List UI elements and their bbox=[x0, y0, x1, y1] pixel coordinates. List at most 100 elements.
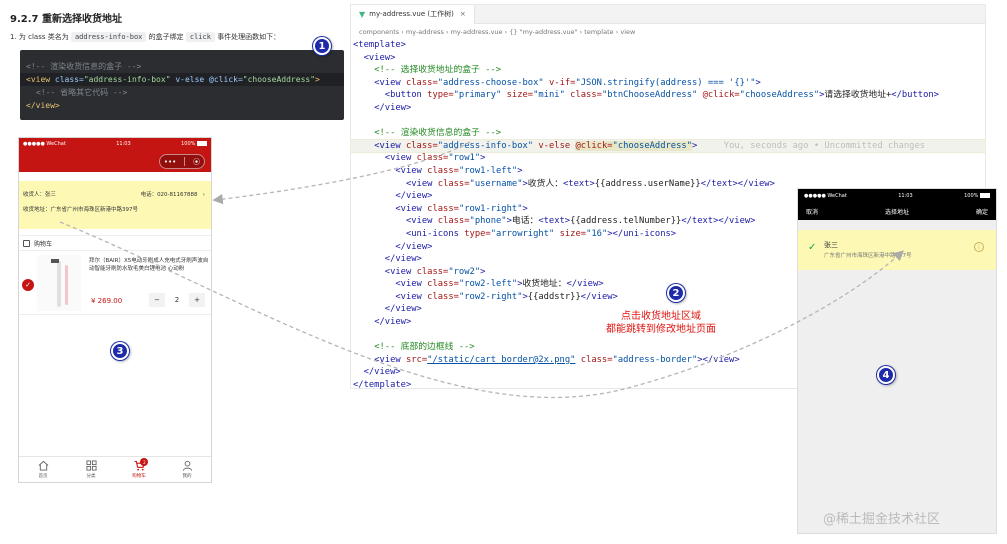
check-icon: ✓ bbox=[808, 242, 817, 253]
tab-label: 首页 bbox=[38, 474, 48, 479]
info-icon[interactable]: i bbox=[974, 242, 984, 252]
checked-icon[interactable]: ✓ bbox=[22, 279, 34, 291]
snippet-end: > bbox=[315, 75, 320, 84]
carrier-label: ●●●●● WeChat bbox=[804, 192, 847, 199]
tab-profile[interactable]: 我的 bbox=[163, 457, 211, 482]
shop-icon bbox=[23, 239, 30, 247]
capsule-menu[interactable]: ••• ⦿ bbox=[159, 154, 205, 169]
battery-label: 100% bbox=[181, 141, 207, 147]
code-snippet: <!-- 渲染收货信息的盒子 --> <view class="address-… bbox=[20, 50, 344, 120]
step-marker-3: 3 bbox=[111, 342, 129, 360]
step-marker-1: 1 bbox=[313, 37, 331, 55]
confirm-button[interactable]: 确定 bbox=[976, 207, 988, 216]
time-label: 11:03 bbox=[116, 141, 131, 147]
cart-page-phone: ●●●●● WeChat 11:03 100% ••• ⦿ 收货人：张三 电话：… bbox=[18, 137, 212, 483]
capsule-divider bbox=[184, 157, 186, 166]
cancel-button[interactable]: 取消 bbox=[806, 207, 818, 216]
tab-close-icon[interactable]: × bbox=[460, 10, 466, 18]
code-line: <view class="row1-left"> bbox=[395, 165, 523, 176]
code-line: <button type="primary" size="mini" class… bbox=[384, 90, 939, 101]
snippet-tag: <view bbox=[26, 75, 51, 84]
more-icon[interactable]: ••• bbox=[164, 158, 176, 166]
address-list-item[interactable]: ✓ 张三 广东省广州市海珠区新港中路397号 i bbox=[798, 230, 996, 270]
stepper-plus-button[interactable]: + bbox=[189, 293, 205, 307]
snippet-val1: "address-info-box" bbox=[83, 75, 171, 84]
address-detail: 广东省广州市海珠区新港中路397号 bbox=[824, 253, 912, 259]
address-row-1: 收货人：张三 电话：020-81167888 › bbox=[23, 190, 205, 198]
goods-image bbox=[37, 255, 81, 311]
cart-badge: 2 bbox=[140, 458, 149, 466]
code-line: <template> bbox=[353, 40, 406, 50]
close-miniprogram-icon[interactable]: ⦿ bbox=[193, 157, 200, 167]
spacer bbox=[19, 172, 211, 181]
tab-label: 分类 bbox=[86, 474, 96, 479]
address-info-box[interactable]: 收货人：张三 电话：020-81167888 › 收货地址：广东省广州市海珠区新… bbox=[19, 181, 211, 229]
nav-title: 选择地址 bbox=[884, 208, 909, 216]
user-icon bbox=[182, 460, 192, 471]
status-bar: ●●●●● WeChat 11:03 100% bbox=[19, 138, 211, 150]
tab-label: 购物车 bbox=[132, 474, 146, 479]
time-label: 11:03 bbox=[898, 192, 913, 199]
snippet-line-4: </view> bbox=[26, 101, 60, 110]
snippet-line-2: <view class="address-info-box" v-else @c… bbox=[20, 73, 344, 86]
event-name-chip: click bbox=[185, 32, 215, 42]
snippet-line-1: <!-- 渲染收货信息的盒子 --> bbox=[26, 62, 142, 71]
code-line: <!-- 选择收货地址的盒子 --> bbox=[374, 65, 502, 76]
grid-icon bbox=[85, 460, 97, 471]
callout-line-2: 都能跳转到修改地址页面 bbox=[606, 324, 716, 335]
battery-icon bbox=[979, 192, 990, 198]
snippet-line-3: <!-- 省略其它代码 --> bbox=[36, 88, 128, 97]
desc-mid: 的盒子绑定 bbox=[148, 33, 184, 41]
choose-address-phone: ●●●●● WeChat 11:03 100% 取消 选择地址 确定 ✓ 张三 … bbox=[797, 188, 997, 534]
code-line: </view> bbox=[374, 102, 412, 113]
carrier-label: ●●●●● WeChat bbox=[23, 141, 66, 147]
section-heading: 9.2.7 重新选择收货地址 bbox=[10, 14, 122, 25]
code-line: <view class="address-choose-box" v-if="J… bbox=[374, 77, 761, 88]
callout-line-1: 点击收货地址区域 bbox=[621, 311, 701, 322]
home-icon bbox=[38, 460, 48, 471]
receiver-name: 收货人：张三 bbox=[23, 192, 57, 198]
address-name: 张三 bbox=[824, 241, 838, 249]
step-marker-2: 2 bbox=[667, 284, 685, 302]
receiver-address: 收货地址：广东省广州市海珠区新港中路397号 bbox=[23, 207, 138, 213]
goods-item[interactable]: ✓ 拜尔（BAIR）X5电动牙刷成人充电式牙刷声波自动智能牙刷防水软毛美白锂电池… bbox=[19, 251, 211, 315]
editor-tab-title: my-address.vue (工作树) bbox=[369, 10, 454, 18]
section-description: 1. 为 class 类名为 address-info-box 的盒子绑定 cl… bbox=[10, 32, 280, 42]
editor-tab-bar: ▼ my-address.vue (工作树) × bbox=[351, 4, 985, 24]
battery-icon bbox=[196, 141, 207, 146]
tab-label: 我的 bbox=[182, 474, 192, 479]
cart-header: 购物车 bbox=[19, 235, 211, 251]
cart-title: 购物车 bbox=[34, 240, 53, 248]
vue-file-icon: ▼ bbox=[359, 9, 366, 19]
desc-prefix: 1. 为 class 类名为 bbox=[10, 33, 69, 41]
desc-suffix: 事件处理函数如下： bbox=[217, 33, 281, 41]
chevron-right-icon: › bbox=[202, 192, 205, 198]
code-line: <!-- 渲染收货信息的盒子 --> bbox=[374, 128, 502, 139]
code-line-current: <view class="address-info-box" v-else @c… bbox=[350, 138, 986, 154]
step-marker-4: 4 bbox=[877, 366, 895, 384]
snippet-attr1: class= bbox=[50, 75, 84, 84]
snippet-attr2: v-else @click= bbox=[170, 75, 243, 84]
nav-bar: 取消 选择地址 确定 bbox=[798, 202, 996, 220]
stepper-minus-button[interactable]: − bbox=[149, 293, 165, 307]
tab-bar: 首页 分类 2 购物车 我的 bbox=[19, 456, 211, 482]
status-bar: ●●●●● WeChat 11:03 100% bbox=[798, 189, 996, 202]
breadcrumb[interactable]: components › my-address › my-address.vue… bbox=[351, 24, 985, 39]
code-line: <view class="row1"> bbox=[384, 153, 486, 164]
snippet-val2: "chooseAddress" bbox=[242, 75, 316, 84]
class-name-chip: address-info-box bbox=[70, 32, 147, 42]
quantity-stepper[interactable]: − 2 + bbox=[149, 293, 205, 307]
watermark: @稀土掘金技术社区 bbox=[823, 512, 941, 527]
goods-price: ¥ 269.00 bbox=[91, 297, 123, 305]
code-line: <view> bbox=[363, 52, 396, 63]
tab-category[interactable]: 分类 bbox=[67, 457, 115, 482]
editor-tab[interactable]: ▼ my-address.vue (工作树) × bbox=[351, 4, 475, 24]
receiver-phone: 电话：020-81167888 › bbox=[140, 192, 205, 198]
stepper-count: 2 bbox=[174, 296, 180, 304]
battery-label: 100% bbox=[964, 192, 990, 199]
tab-cart[interactable]: 2 购物车 bbox=[115, 457, 163, 482]
goods-title: 拜尔（BAIR）X5电动牙刷成人充电式牙刷声波自动智能牙刷防水软毛美白锂电池 心… bbox=[89, 258, 209, 272]
tab-home[interactable]: 首页 bbox=[19, 457, 67, 482]
nav-bar: ••• ⦿ bbox=[19, 150, 211, 172]
